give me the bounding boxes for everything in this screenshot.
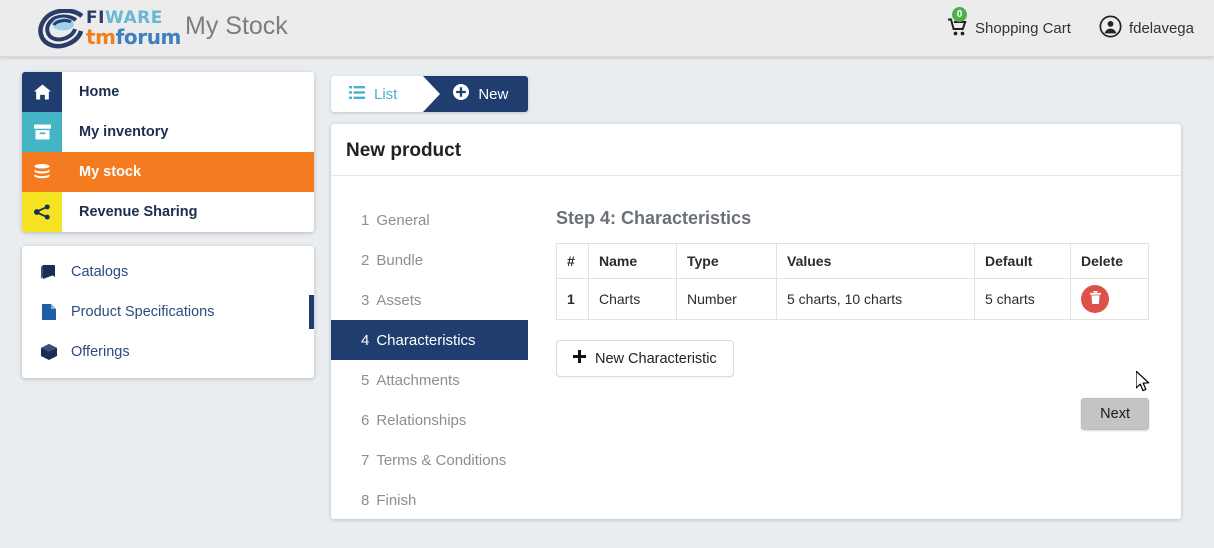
step-label: Finish (376, 491, 417, 509)
step-number: 6 (361, 411, 370, 429)
sidebar-item-catalogs[interactable]: Catalogs (22, 252, 314, 292)
user-menu-button[interactable]: fdelavega (1099, 15, 1194, 42)
step-heading: Step 4: Characteristics (556, 208, 752, 228)
sidebar-item-revenue-sharing-label: Revenue Sharing (79, 204, 198, 220)
step-item-relationships[interactable]: 6 Relationships (331, 400, 528, 440)
column-header-name: Name (588, 243, 677, 279)
plus-circle-icon (453, 84, 470, 104)
sidebar-item-my-inventory-label: My inventory (79, 124, 169, 140)
column-header-values: Values (776, 243, 975, 279)
breadcrumb: List New (331, 76, 529, 112)
step-label: Attachments (376, 371, 460, 389)
cell-values: 5 charts, 10 charts (776, 278, 975, 320)
cell-type: Number (676, 278, 777, 320)
left-sidebar: Home My inventory My stock Revenue Shari… (22, 72, 314, 378)
share-nodes-icon (22, 192, 62, 232)
cube-icon (40, 344, 58, 360)
archive-box-icon (22, 112, 62, 152)
user-name-label: fdelavega (1128, 20, 1194, 37)
panel-title: New product (331, 124, 1181, 176)
logo-wordmark: FIWARE tmforum (86, 10, 181, 48)
step-item-attachments[interactable]: 5 Attachments (331, 360, 528, 400)
plus-icon (573, 350, 586, 367)
shopping-cart-label: Shopping Cart (975, 20, 1071, 37)
column-header-type: Type (676, 243, 777, 279)
step-label: Assets (376, 291, 422, 309)
panel-body: 1 General 2 Bundle 3 Assets 4 Characteri… (331, 176, 1181, 520)
primary-nav-panel: Home My inventory My stock Revenue Shari… (22, 72, 314, 232)
cell-delete (1070, 278, 1149, 320)
step-label: Bundle (376, 251, 424, 269)
list-icon (349, 85, 365, 103)
step-label: Relationships (376, 411, 467, 429)
page-title: My Stock (185, 12, 288, 40)
wizard-step-list: 1 General 2 Bundle 3 Assets 4 Characteri… (331, 176, 528, 520)
step-number: 8 (361, 491, 370, 509)
step-item-general[interactable]: 1 General (331, 200, 528, 240)
column-header-delete: Delete (1070, 243, 1149, 279)
cell-index: 1 (556, 278, 589, 320)
breadcrumb-item-new-label: New (478, 85, 509, 103)
cell-default: 5 charts (974, 278, 1071, 320)
sidebar-item-product-specifications[interactable]: Product Specifications (22, 292, 314, 332)
sidebar-item-product-specifications-label: Product Specifications (71, 304, 215, 320)
sidebar-item-my-stock[interactable]: My stock (22, 152, 314, 192)
sidebar-item-home-label: Home (79, 84, 120, 100)
step-item-assets[interactable]: 3 Assets (331, 280, 528, 320)
logo-tmforum-text: tmforum (86, 27, 181, 48)
shopping-cart-icon: 0 (948, 6, 968, 40)
step-number: 1 (361, 211, 370, 229)
table-row: 1 Charts Number 5 charts, 10 charts 5 ch… (556, 278, 1149, 320)
step-item-characteristics[interactable]: 4 Characteristics (331, 320, 528, 360)
new-characteristic-label: New Characteristic (595, 350, 717, 367)
column-header-default: Default (974, 243, 1071, 279)
next-button[interactable]: Next (1081, 398, 1149, 430)
step-number: 3 (361, 291, 370, 309)
step-number: 2 (361, 251, 370, 269)
shopping-cart-button[interactable]: 0 Shopping Cart (948, 6, 1071, 40)
sidebar-item-revenue-sharing[interactable]: Revenue Sharing (22, 192, 314, 232)
breadcrumb-item-list[interactable]: List (331, 76, 441, 112)
file-icon (40, 304, 58, 320)
user-circle-icon (1099, 15, 1122, 42)
column-header-index: # (556, 243, 589, 279)
breadcrumb-item-list-label: List (374, 85, 398, 103)
sidebar-item-home[interactable]: Home (22, 72, 314, 112)
step-label: Terms & Conditions (376, 451, 507, 469)
step-item-finish[interactable]: 8 Finish (331, 480, 528, 520)
secondary-nav-panel: Catalogs Product Specifications Offering… (22, 246, 314, 378)
step-label: Characteristics (376, 331, 476, 349)
home-icon (22, 72, 62, 112)
step-number: 5 (361, 371, 370, 389)
sidebar-item-offerings-label: Offerings (71, 344, 130, 360)
fiware-swirl-icon (38, 9, 84, 49)
cell-name: Charts (588, 278, 677, 320)
delete-characteristic-button[interactable] (1081, 285, 1109, 313)
wizard-footer: Next (556, 377, 1149, 437)
cart-count-badge: 0 (952, 6, 968, 22)
brand-logo[interactable]: FIWARE tmforum (38, 6, 181, 52)
sidebar-item-offerings[interactable]: Offerings (22, 332, 314, 372)
step-content-pane: Step 4: Characteristics # Name Type Valu… (528, 176, 1181, 520)
step-item-bundle[interactable]: 2 Bundle (331, 240, 528, 280)
step-number: 7 (361, 451, 370, 469)
sidebar-item-catalogs-label: Catalogs (71, 264, 129, 280)
step-label: General (376, 211, 430, 229)
step-number: 4 (361, 331, 370, 349)
book-icon (40, 265, 58, 279)
sidebar-item-my-stock-label: My stock (79, 164, 142, 180)
table-header-row: # Name Type Values Default Delete (556, 243, 1149, 279)
top-header-bar: FIWARE tmforum My Stock 0 Shopping Cart (0, 0, 1214, 57)
characteristics-table: # Name Type Values Default Delete 1 Char… (556, 243, 1149, 320)
logo-tm-text: tm (86, 25, 116, 49)
new-product-panel: New product 1 General 2 Bundle 3 Assets … (331, 124, 1181, 519)
trash-icon (1089, 291, 1101, 307)
database-icon (22, 152, 62, 192)
header-actions: 0 Shopping Cart fdelavega (948, 0, 1194, 57)
step-item-terms-conditions[interactable]: 7 Terms & Conditions (331, 440, 528, 480)
sidebar-item-my-inventory[interactable]: My inventory (22, 112, 314, 152)
fiware-tmforum-logo: FIWARE tmforum (38, 9, 181, 49)
new-characteristic-button[interactable]: New Characteristic (556, 340, 734, 377)
logo-forum-text: forum (115, 25, 182, 49)
